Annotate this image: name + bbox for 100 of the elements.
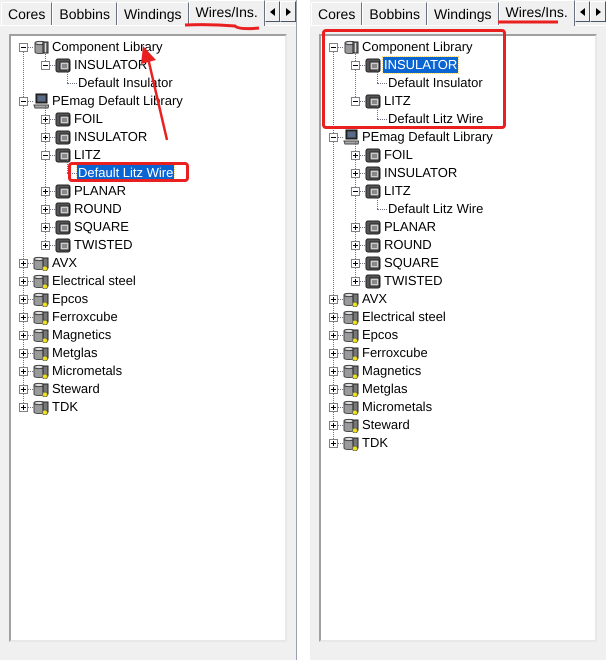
tree-item[interactable]: Epcos <box>51 291 90 307</box>
tree-item[interactable]: Default Insulator <box>387 75 484 91</box>
tree-item[interactable]: PLANAR <box>383 219 438 235</box>
expand-button[interactable] <box>18 348 28 358</box>
tree-item[interactable]: Component Library <box>361 39 474 55</box>
tree-item[interactable]: LITZ <box>73 147 102 163</box>
expand-button[interactable] <box>328 366 338 376</box>
tree-item[interactable]: Micrometals <box>51 363 124 379</box>
tree-item[interactable]: INSULATOR <box>383 165 458 181</box>
expand-button[interactable] <box>18 276 28 286</box>
expand-button[interactable] <box>328 420 338 430</box>
tree-item[interactable]: Default Litz Wire <box>387 201 484 217</box>
tree-item[interactable]: TDK <box>361 435 389 451</box>
tree-item[interactable]: ROUND <box>383 237 433 253</box>
tree-item[interactable]: Steward <box>361 417 411 433</box>
expand-button[interactable] <box>350 168 360 178</box>
tab[interactable]: Cores <box>1 2 52 25</box>
tree-item[interactable]: Magnetics <box>51 327 112 343</box>
tree-item[interactable]: Default Litz Wire <box>387 111 484 127</box>
tree-item[interactable]: INSULATOR <box>73 57 148 73</box>
database-key-icon <box>343 363 359 379</box>
scroll-left-button[interactable] <box>574 1 590 22</box>
collapse-button[interactable] <box>18 96 28 106</box>
expand-button[interactable] <box>328 294 338 304</box>
expand-button[interactable] <box>18 366 28 376</box>
tree-item[interactable]: Ferroxcube <box>51 309 119 325</box>
scroll-right-button[interactable] <box>590 1 606 22</box>
tree-item[interactable]: Steward <box>51 381 101 397</box>
expand-button[interactable] <box>350 150 360 160</box>
tree-item[interactable]: LITZ <box>383 93 412 109</box>
tree-item[interactable]: Metglas <box>51 345 99 361</box>
tree-item[interactable]: Ferroxcube <box>361 345 429 361</box>
tree-item[interactable]: SQUARE <box>73 219 130 235</box>
tree-item[interactable]: FOIL <box>73 111 104 127</box>
collapse-button[interactable] <box>40 60 50 70</box>
tree-item[interactable]: AVX <box>361 291 388 307</box>
database-key-icon <box>33 255 49 271</box>
expand-button[interactable] <box>328 330 338 340</box>
tab[interactable]: Wires/Ins. <box>188 0 265 26</box>
collapse-button[interactable] <box>18 42 28 52</box>
expand-button[interactable] <box>350 276 360 286</box>
tab[interactable]: Cores <box>311 2 362 25</box>
tree-item[interactable]: SQUARE <box>383 255 440 271</box>
tree-item[interactable]: Micrometals <box>361 399 434 415</box>
expand-button[interactable] <box>18 402 28 412</box>
tree-item[interactable]: PEmag Default Library <box>361 129 494 145</box>
expand-button[interactable] <box>328 402 338 412</box>
tree-item[interactable]: INSULATOR <box>73 129 148 145</box>
tree-item[interactable]: Metglas <box>361 381 409 397</box>
expand-button[interactable] <box>328 384 338 394</box>
wire-spool-icon <box>55 129 71 145</box>
expand-button[interactable] <box>18 312 28 322</box>
expand-button[interactable] <box>40 222 50 232</box>
expand-button[interactable] <box>350 222 360 232</box>
tree-item[interactable]: TWISTED <box>383 273 444 289</box>
tree-item[interactable]: ROUND <box>73 201 123 217</box>
database-key-icon <box>343 417 359 433</box>
tab[interactable]: Bobbins <box>52 2 117 25</box>
expand-button[interactable] <box>350 258 360 268</box>
tree-item[interactable]: Epcos <box>361 327 400 343</box>
expand-button[interactable] <box>18 384 28 394</box>
expand-button[interactable] <box>350 240 360 250</box>
expand-button[interactable] <box>40 240 50 250</box>
tab[interactable]: Wires/Ins. <box>498 0 575 26</box>
scroll-right-button[interactable] <box>280 1 296 22</box>
tree-item[interactable]: Component Library <box>51 39 164 55</box>
tree-item[interactable]: AVX <box>51 255 78 271</box>
collapse-button[interactable] <box>328 42 338 52</box>
right-triangle-icon <box>596 8 601 16</box>
expand-button[interactable] <box>40 114 50 124</box>
scroll-left-button[interactable] <box>264 1 280 22</box>
collapse-button[interactable] <box>328 132 338 142</box>
tab[interactable]: Windings <box>116 2 189 25</box>
tab[interactable]: Windings <box>426 2 499 25</box>
tree-item[interactable]: TDK <box>51 399 79 415</box>
expand-button[interactable] <box>40 204 50 214</box>
collapse-button[interactable] <box>40 150 50 160</box>
tab[interactable]: Bobbins <box>362 2 427 25</box>
wire-spool-icon <box>365 93 381 109</box>
left-triangle-icon <box>270 8 276 16</box>
expand-button[interactable] <box>18 330 28 340</box>
collapse-button[interactable] <box>350 60 360 70</box>
tree-item[interactable]: Electrical steel <box>361 309 447 325</box>
tree-item[interactable]: TWISTED <box>73 237 134 253</box>
expand-button[interactable] <box>18 294 28 304</box>
tree-item[interactable]: Magnetics <box>361 363 422 379</box>
tree-item[interactable]: FOIL <box>383 147 414 163</box>
wire-spool-icon <box>55 111 71 127</box>
tree-item[interactable]: Electrical steel <box>51 273 137 289</box>
expand-button[interactable] <box>328 438 338 448</box>
expand-button[interactable] <box>328 312 338 322</box>
tree-item[interactable]: INSULATOR <box>383 57 458 73</box>
collapse-button[interactable] <box>350 186 360 196</box>
expand-button[interactable] <box>40 132 50 142</box>
tree-item[interactable]: LITZ <box>383 183 412 199</box>
expand-button[interactable] <box>40 186 50 196</box>
tree-item[interactable]: PLANAR <box>73 183 128 199</box>
collapse-button[interactable] <box>350 96 360 106</box>
expand-button[interactable] <box>18 258 28 268</box>
expand-button[interactable] <box>328 348 338 358</box>
